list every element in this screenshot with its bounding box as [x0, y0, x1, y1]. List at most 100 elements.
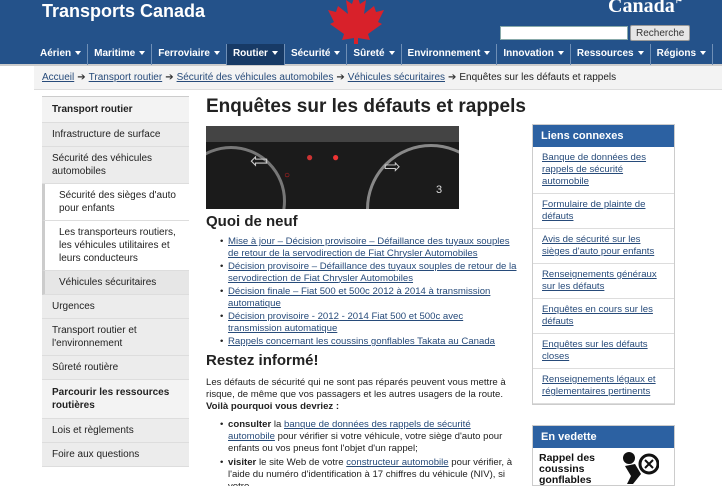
nav-item-securite[interactable]: Sécurité: [285, 44, 348, 65]
nav-item-environnement[interactable]: Environnement: [402, 44, 498, 65]
search-button[interactable]: Recherche: [630, 25, 691, 41]
related-link[interactable]: Renseignements généraux sur les défauts: [533, 264, 674, 299]
gauge-number: 3: [436, 184, 443, 196]
breadcrumb-securite-vehicules[interactable]: Sécurité des véhicules automobiles: [177, 72, 334, 83]
todo-lead: consulter: [228, 418, 272, 430]
sidebar-heading-ressources[interactable]: Parcourir les ressources routières: [42, 380, 189, 419]
nav-item-label: Environnement: [407, 48, 481, 59]
news-heading: Quoi de neuf: [206, 213, 298, 230]
related-link[interactable]: Banque de données des rappels de sécurit…: [533, 147, 674, 194]
sidebar-item-securite-vehicules[interactable]: Sécurité des véhicules automobiles: [42, 147, 189, 184]
chevron-down-icon: [271, 51, 278, 56]
inform-heading: Restez informé!: [206, 351, 319, 369]
gauge-right: [366, 144, 459, 209]
breadcrumb-vehicules-securitaires[interactable]: Véhicules sécuritaires: [348, 72, 445, 83]
breadcrumb-transport-routier[interactable]: Transport routier: [89, 72, 163, 83]
main-nav: Aérien Maritime Ferroviaire Routier Sécurité…: [0, 44, 722, 66]
list-item: Mise à jour – Décision provisoire – Défa…: [220, 236, 518, 259]
chevron-down-icon: [637, 51, 644, 56]
related-link[interactable]: Enquêtes sur les défauts closes: [533, 334, 674, 369]
list-item: consulter la banque de données des rappe…: [220, 419, 518, 455]
nav-item-label: Régions: [656, 48, 697, 59]
manufacturer-link[interactable]: constructeur automobile: [346, 457, 448, 468]
sidebar-item-surete[interactable]: Sûreté routière: [42, 356, 189, 380]
breadcrumb-separator: ➔: [165, 72, 174, 83]
sidebar-item-faq[interactable]: Foire aux questions: [42, 443, 189, 467]
turn-right-icon: ⇨: [384, 156, 401, 178]
news-link[interactable]: Décision finale – Fiat 500 et 500c 2012 …: [228, 286, 490, 309]
sidebar-item-transporteurs[interactable]: Les transporteurs routiers, les véhicule…: [42, 221, 189, 271]
nav-item-aerien[interactable]: Aérien: [34, 44, 89, 65]
sidebar-item-lois[interactable]: Lois et règlements: [42, 419, 189, 443]
breadcrumb: Accueil ➔ Transport routier ➔ Sécurité des v…: [34, 66, 722, 90]
chevron-down-icon: [75, 51, 82, 56]
featured-title: En vedette: [533, 426, 674, 448]
nav-item-ressources[interactable]: Ressources: [571, 44, 651, 65]
nav-item-regions[interactable]: Régions: [651, 44, 714, 65]
nav-item-innovation[interactable]: Innovation: [497, 44, 571, 65]
abs-lamp-icon: ○: [284, 170, 291, 181]
nav-item-label: Sécurité: [290, 48, 331, 59]
related-link[interactable]: Renseignements légaux et réglementaires …: [533, 369, 674, 404]
breadcrumb-separator: ➔: [77, 72, 86, 83]
nav-item-label: Routier: [232, 48, 268, 59]
gauge-left: [206, 146, 286, 209]
related-link[interactable]: Enquêtes en cours sur les défauts: [533, 299, 674, 334]
warning-lamp-icon: ●: [306, 150, 314, 164]
chevron-down-icon: [484, 51, 491, 56]
featured-text[interactable]: Rappel des coussins gonflables TAKATA: [539, 453, 629, 486]
chevron-down-icon: [388, 51, 395, 56]
breadcrumb-separator: ➔: [448, 72, 457, 83]
sidebar-item-environnement[interactable]: Transport routier et l'environnement: [42, 319, 189, 356]
nav-item-label: Ferroviaire: [158, 48, 210, 59]
breadcrumb-current: Enquêtes sur les défauts et rappels: [459, 72, 617, 83]
list-item: visiter le site Web de votre constructeu…: [220, 457, 518, 486]
inform-text: Les défauts de sécurité qui ne sont pas …: [206, 376, 506, 400]
chevron-down-icon: [213, 51, 220, 56]
related-link[interactable]: Formulaire de plainte de défauts: [533, 194, 674, 229]
news-link[interactable]: Rappels concernant les coussins gonflabl…: [228, 336, 495, 347]
nav-item-routier[interactable]: Routier: [226, 44, 285, 65]
news-link[interactable]: Décision provisoire – Défaillance des tu…: [228, 261, 517, 284]
todo-text: le site Web de votre: [256, 456, 347, 468]
inform-paragraph: Les défauts de sécurité qui ne sont pas …: [206, 377, 518, 413]
list-item: Décision finale – Fiat 500 et 500c 2012 …: [220, 286, 518, 309]
nav-item-maritime[interactable]: Maritime: [88, 44, 153, 65]
related-link[interactable]: Avis de sécurité sur les sièges d'auto p…: [533, 229, 674, 264]
sidebar-item-infrastructure[interactable]: Infrastructure de surface: [42, 123, 189, 147]
news-link[interactable]: Décision provisoire - 2012 - 2014 Fiat 5…: [228, 311, 463, 334]
related-links-title: Liens connexes: [533, 125, 674, 147]
sidebar-item-urgences[interactable]: Urgences: [42, 295, 189, 319]
nav-list: Aérien Maritime Ferroviaire Routier Sécurité…: [34, 44, 714, 65]
flag-icon: ⚑: [674, 0, 683, 5]
nav-item-surete[interactable]: Sûreté: [347, 44, 402, 65]
breadcrumb-separator: ➔: [336, 72, 345, 83]
turn-left-icon: ⇦: [250, 148, 269, 173]
list-item: Décision provisoire – Défaillance des tu…: [220, 261, 518, 284]
news-link[interactable]: Mise à jour – Décision provisoire – Défa…: [228, 236, 510, 259]
sidebar-item-vehicules-securitaires[interactable]: Véhicules sécuritaires: [42, 271, 189, 295]
search-input[interactable]: [500, 26, 628, 40]
warning-lamp-icon: ●: [332, 150, 340, 164]
site-brand[interactable]: Transports Canada: [42, 1, 205, 22]
chevron-down-icon: [557, 51, 564, 56]
nav-item-ferroviaire[interactable]: Ferroviaire: [152, 44, 227, 65]
nav-item-label: Innovation: [503, 48, 554, 59]
maple-leaf-icon: [328, 0, 384, 44]
sidebar-item-sieges-auto[interactable]: Sécurité des sièges d'auto pour enfants: [42, 184, 189, 221]
list-item: Décision provisoire - 2012 - 2014 Fiat 5…: [220, 311, 518, 334]
featured-body[interactable]: Rappel des coussins gonflables TAKATA: [533, 448, 674, 486]
site-header: Transports Canada Canada⚑ Recherche: [0, 0, 722, 44]
sidebar-heading[interactable]: Transport routier: [42, 97, 189, 123]
todo-lead: visiter: [228, 456, 257, 468]
breadcrumb-home[interactable]: Accueil: [42, 72, 74, 83]
todo-list: consulter la banque de données des rappe…: [206, 419, 518, 486]
section-menu: Transport routier Infrastructure de surf…: [42, 96, 189, 467]
chevron-down-icon: [139, 51, 146, 56]
list-item: Rappels concernant les coussins gonflabl…: [220, 336, 518, 348]
nav-item-label: Maritime: [94, 48, 136, 59]
canada-wordmark: Canada⚑: [608, 0, 683, 18]
featured-panel: En vedette Rappel des coussins gonflable…: [532, 425, 675, 486]
nav-item-label: Aérien: [40, 48, 72, 59]
chevron-down-icon: [334, 51, 341, 56]
